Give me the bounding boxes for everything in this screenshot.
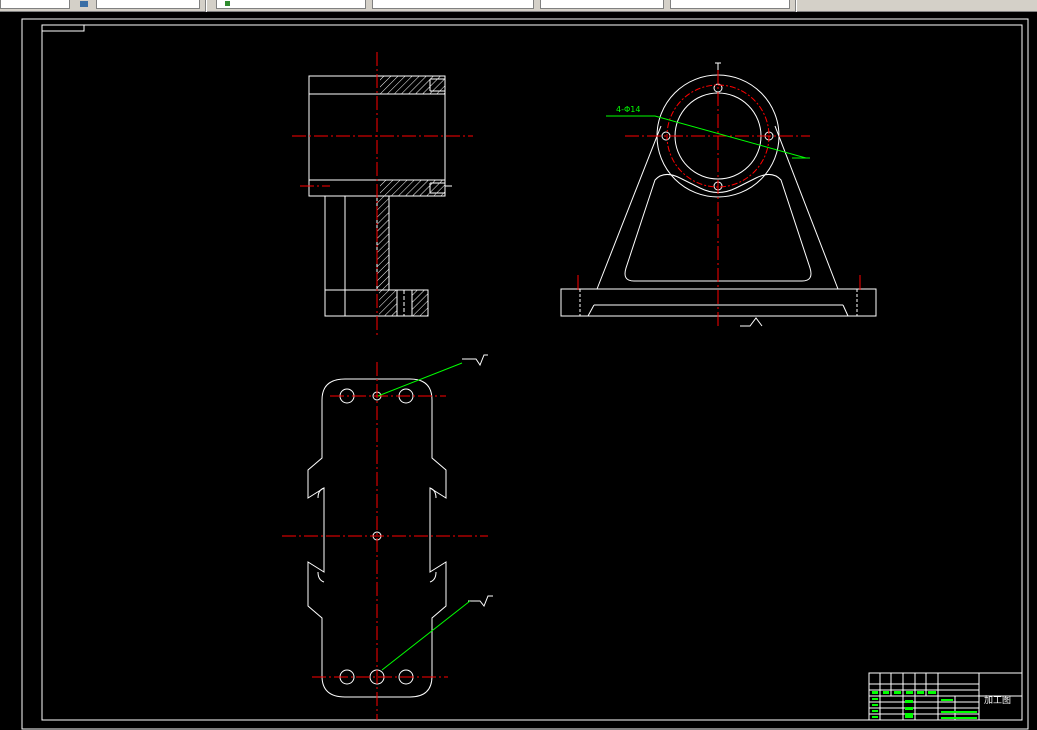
- toolbar-field[interactable]: [96, 0, 200, 9]
- toolbar-separator: [795, 0, 797, 12]
- title-block-text-marks: [872, 691, 977, 719]
- drawing-canvas[interactable]: 4-Φ14 加工图: [0, 12, 1037, 730]
- linetype-select[interactable]: [372, 0, 534, 9]
- front-section-view: [308, 75, 452, 317]
- top-view: [307, 354, 493, 698]
- roughness-leaders: [377, 362, 471, 671]
- color-swatch-icon: [225, 1, 230, 6]
- lineweight-select[interactable]: [540, 0, 664, 9]
- toolbar: [0, 0, 1037, 12]
- toolbar-field[interactable]: [0, 0, 70, 9]
- toolbar-separator: [205, 0, 207, 12]
- title-block-drawing-name: 加工图: [984, 695, 1011, 706]
- plotstyle-select[interactable]: [670, 0, 790, 9]
- layer-icon[interactable]: [80, 1, 88, 7]
- hole-callout-label: 4-Φ14: [616, 105, 640, 114]
- drawing-frame: [21, 18, 1029, 730]
- top-view-centerlines: [282, 362, 488, 720]
- color-select[interactable]: [216, 0, 366, 9]
